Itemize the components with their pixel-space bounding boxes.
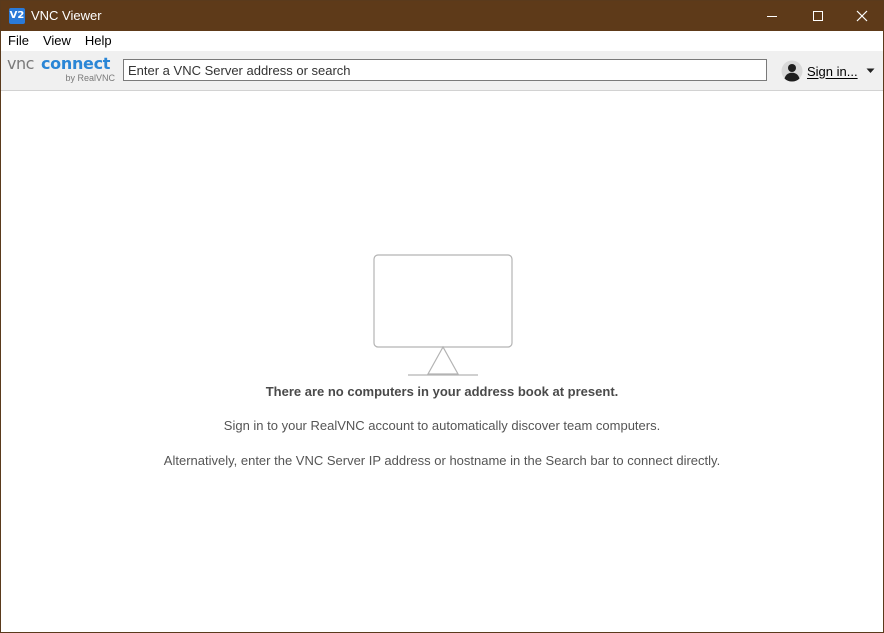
toolbar: vnc connect by RealVNC Sign in... [1, 51, 883, 91]
search-input[interactable] [123, 59, 767, 81]
title-bar: V2 VNC Viewer [1, 1, 883, 31]
window-title: VNC Viewer [31, 8, 102, 23]
user-avatar-icon [781, 60, 803, 82]
address-book-area: There are no computers in your address b… [1, 92, 883, 632]
vnc-connect-logo: vnc connect by RealVNC [7, 55, 117, 85]
sign-in-button[interactable]: Sign in... [781, 59, 879, 83]
logo-byline: by RealVNC [65, 73, 115, 83]
close-icon [856, 10, 868, 22]
close-button[interactable] [839, 1, 883, 31]
minimize-button[interactable] [749, 1, 795, 31]
maximize-button[interactable] [795, 1, 841, 31]
vnc-viewer-window: V2 VNC Viewer File View Help vnc connect… [0, 0, 884, 633]
sign-in-label: Sign in... [807, 63, 858, 79]
menu-view[interactable]: View [36, 31, 78, 51]
empty-state-search-hint: Alternatively, enter the VNC Server IP a… [163, 453, 721, 468]
menu-file[interactable]: File [1, 31, 36, 51]
logo-connect-text: connect [41, 54, 111, 73]
empty-state-signin-hint: Sign in to your RealVNC account to autom… [223, 418, 661, 433]
minimize-icon [767, 15, 777, 17]
menu-bar: File View Help [1, 31, 883, 51]
logo-vnc-text: vnc [7, 54, 34, 73]
maximize-icon [813, 11, 823, 21]
monitor-icon [373, 254, 513, 376]
chevron-down-icon[interactable] [866, 66, 875, 75]
vnc-viewer-icon: V2 [9, 8, 25, 24]
menu-help[interactable]: Help [78, 31, 119, 51]
empty-state-title: There are no computers in your address b… [265, 384, 619, 399]
